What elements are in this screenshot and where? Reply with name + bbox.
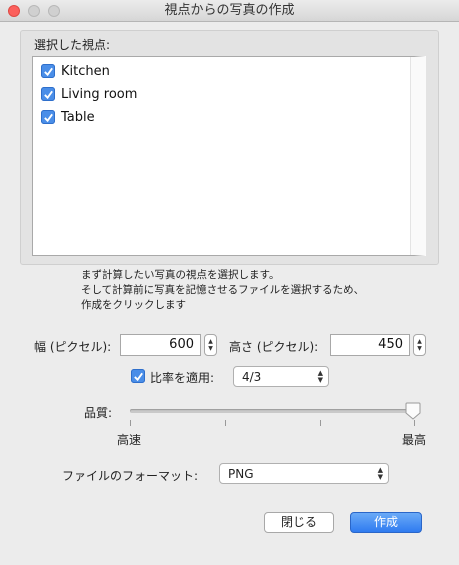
quality-label: 品質: <box>84 406 113 420</box>
popup-arrows-icon: ▲ ▼ <box>377 466 383 481</box>
help-line: 作成をクリックします <box>81 299 186 311</box>
format-select[interactable]: PNG ▲ ▼ <box>219 463 389 484</box>
help-text: まず計算したい写真の視点を選択します。 そして計算前に写真を記憶させるファイルを… <box>81 268 364 313</box>
list-item-table[interactable]: Table <box>41 107 95 127</box>
help-line: そして計算前に写真を記憶させるファイルを選択するため、 <box>81 284 365 296</box>
height-stepper[interactable]: ▲ ▼ <box>413 334 426 356</box>
slider-tick <box>130 420 131 426</box>
close-button[interactable]: 閉じる <box>264 512 334 533</box>
checkbox-table[interactable] <box>41 110 55 124</box>
width-input[interactable]: 600 <box>120 334 201 356</box>
checkbox-living-room[interactable] <box>41 87 55 101</box>
format-select-value: PNG <box>228 467 254 481</box>
ratio-select[interactable]: 4/3 ▲ ▼ <box>233 366 329 387</box>
height-label: 高さ (ピクセル): <box>229 340 319 354</box>
list-item-label: Living room <box>61 86 138 102</box>
ratio-label: 比率を適用: <box>150 371 215 385</box>
create-button[interactable]: 作成 <box>350 512 422 533</box>
quality-min-label: 高速 <box>117 433 142 447</box>
stepper-up-icon: ▲ <box>208 338 213 345</box>
list-item-label: Table <box>61 109 95 125</box>
slider-tick <box>414 420 415 426</box>
window-title: 視点からの写真の作成 <box>164 3 295 18</box>
title-bar: 視点からの写真の作成 <box>0 0 459 22</box>
help-line: まず計算したい写真の視点を選択します。 <box>81 269 280 281</box>
checkmark-icon <box>43 113 53 122</box>
popup-arrows-icon: ▲ ▼ <box>317 369 323 384</box>
stepper-up-icon: ▲ <box>417 338 422 345</box>
ratio-checkbox[interactable] <box>131 369 145 383</box>
list-item-living-room[interactable]: Living room <box>41 84 137 104</box>
quality-slider-knob[interactable] <box>405 402 421 420</box>
list-item-label: Kitchen <box>61 63 110 79</box>
viewpoints-label: 選択した視点: <box>34 38 111 52</box>
stepper-down-icon: ▼ <box>417 345 422 352</box>
checkmark-icon <box>43 67 53 76</box>
checkmark-icon <box>133 372 143 381</box>
quality-slider-track[interactable] <box>130 409 416 413</box>
slider-tick <box>225 420 226 426</box>
slider-tick <box>320 420 321 426</box>
width-label: 幅 (ピクセル): <box>34 340 112 354</box>
stepper-down-icon: ▼ <box>208 345 213 352</box>
viewpoints-list: Kitchen Living room Table <box>32 56 426 256</box>
quality-max-label: 最高 <box>402 433 427 447</box>
checkmark-icon <box>43 90 53 99</box>
checkbox-kitchen[interactable] <box>41 64 55 78</box>
list-item-kitchen[interactable]: Kitchen <box>41 61 110 81</box>
format-label: ファイルのフォーマット: <box>62 469 199 483</box>
ratio-select-value: 4/3 <box>242 370 262 384</box>
width-stepper[interactable]: ▲ ▼ <box>204 334 217 356</box>
list-scrollbar[interactable] <box>410 57 426 255</box>
height-input[interactable]: 450 <box>330 334 410 356</box>
